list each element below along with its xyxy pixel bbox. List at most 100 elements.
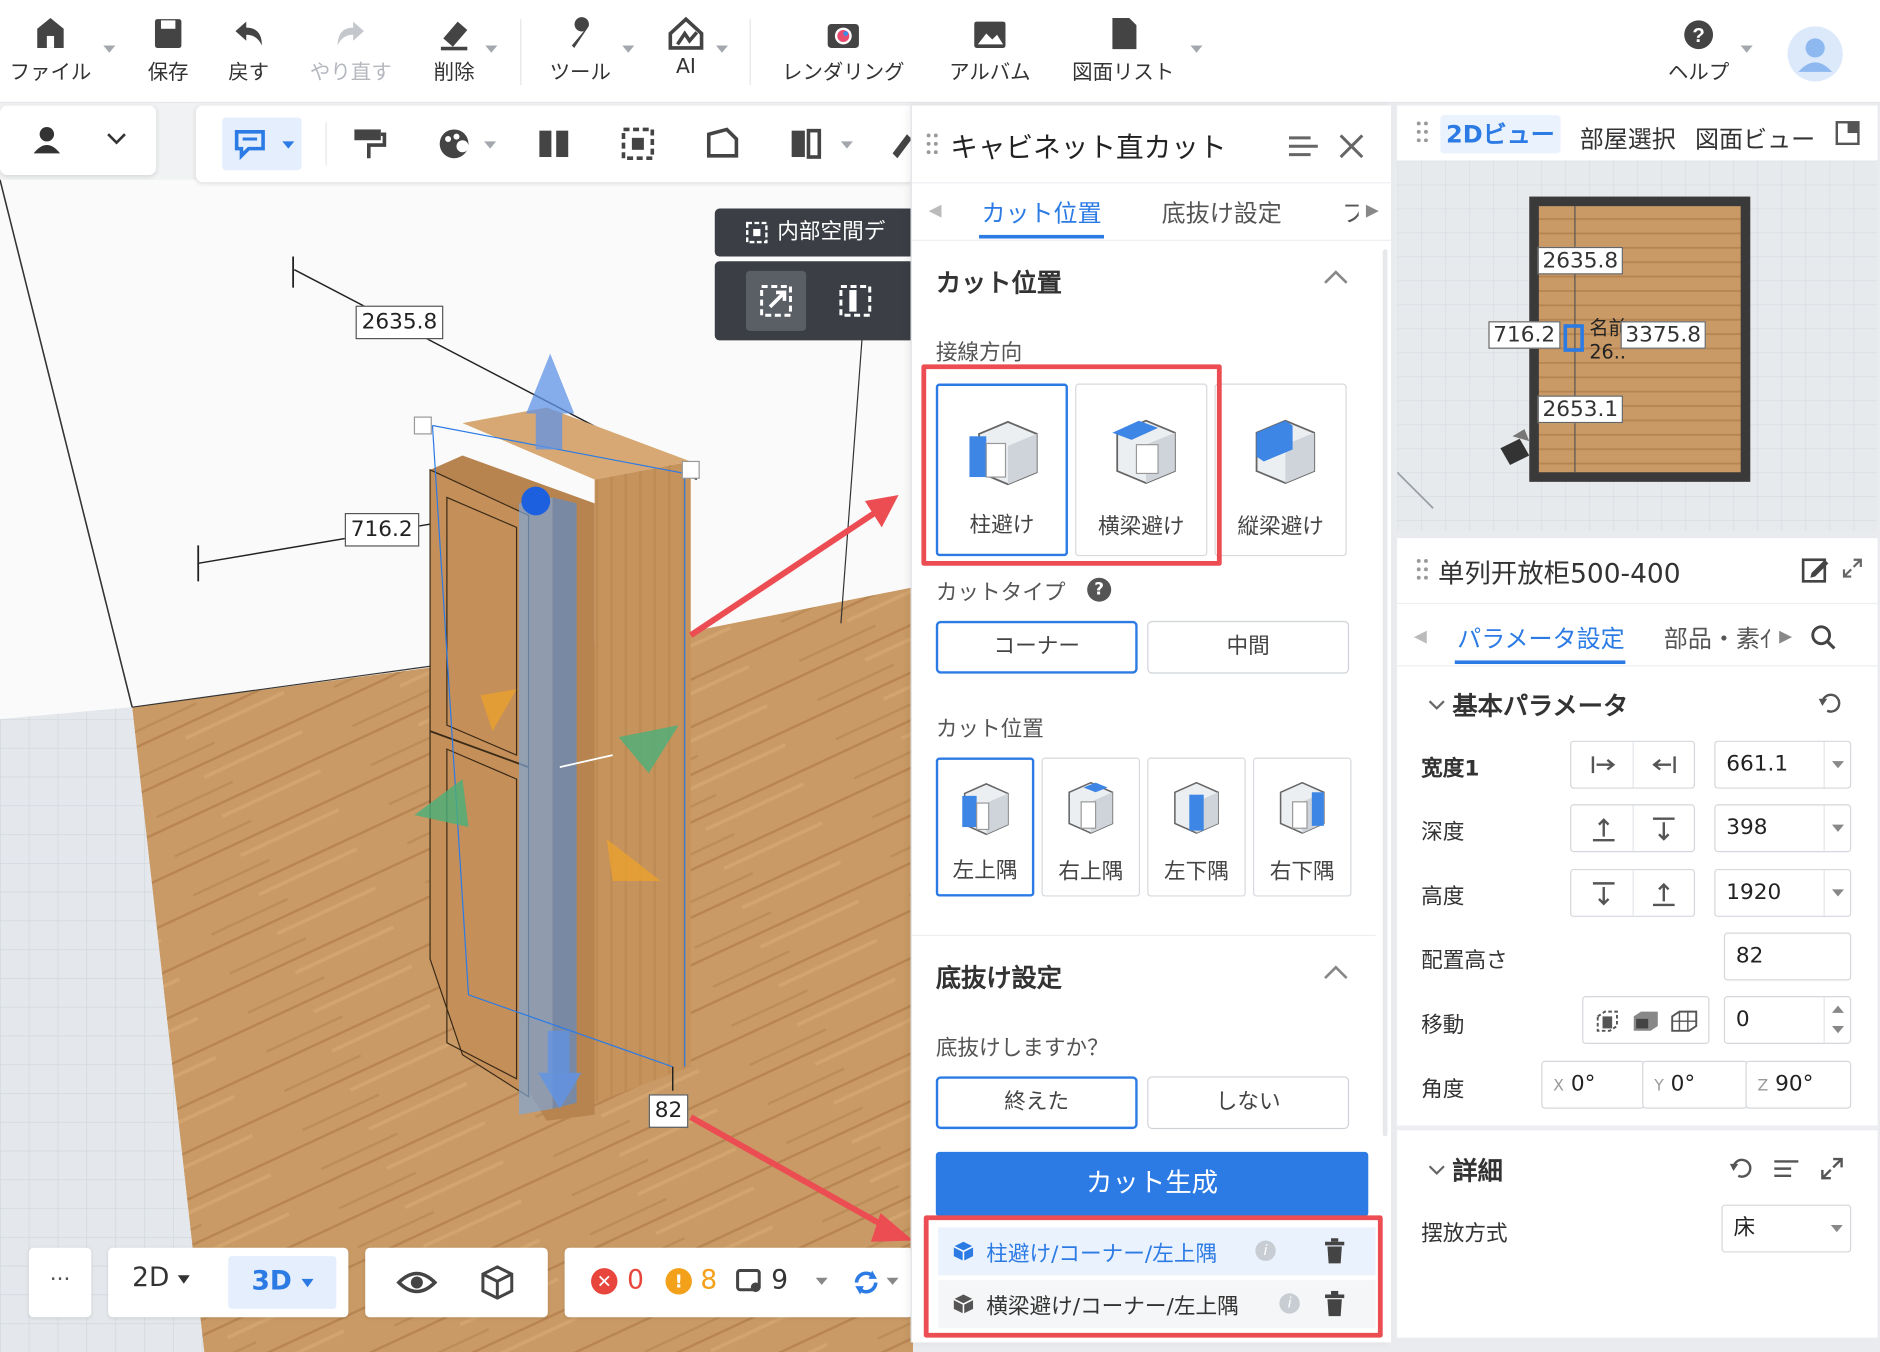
- ai-caret-icon[interactable]: [715, 45, 728, 53]
- anchor-back-icon[interactable]: [1651, 816, 1677, 842]
- dimension-left[interactable]: 716.2: [344, 513, 419, 547]
- drag-handle-icon[interactable]: [1416, 120, 1428, 149]
- stepper-down-icon[interactable]: [1831, 1026, 1844, 1034]
- reset-icon[interactable]: [1729, 1157, 1755, 1181]
- anchor-left-icon[interactable]: [1591, 754, 1617, 776]
- tab-room-select[interactable]: 部屋選択: [1580, 120, 1676, 155]
- view-2d-button[interactable]: 2D: [132, 1263, 190, 1293]
- tab-scroll-right-icon[interactable]: ▶: [1366, 201, 1379, 220]
- anchor-front-icon[interactable]: [1591, 816, 1617, 842]
- chevron-up-icon[interactable]: [1323, 964, 1349, 981]
- dropdown-icon[interactable]: [1823, 805, 1850, 852]
- drawing-caret-icon[interactable]: [1190, 45, 1203, 53]
- close-icon[interactable]: [1337, 132, 1366, 161]
- minimap-canvas[interactable]: 2635.8 716.2 名前 26.. 3375.8 2653.1: [1397, 160, 1878, 531]
- warning-count[interactable]: 8: [700, 1266, 717, 1296]
- tab-parameter-settings[interactable]: パラメータ設定: [1457, 620, 1624, 655]
- chevron-down-icon[interactable]: [1428, 1164, 1445, 1176]
- drag-handle-icon[interactable]: [926, 132, 938, 161]
- anchor-right-icon[interactable]: [1651, 754, 1677, 776]
- cube-view-icon[interactable]: [478, 1262, 516, 1300]
- anchor-bottom-icon[interactable]: [1651, 881, 1677, 907]
- depth-field[interactable]: 398: [1714, 804, 1852, 853]
- option-bottom-right-corner[interactable]: 右下隅: [1252, 757, 1352, 897]
- bottom-done-button[interactable]: 終えた: [935, 1076, 1138, 1130]
- move-snap-icon[interactable]: [1631, 1009, 1660, 1033]
- stepper-up-icon[interactable]: [1831, 1005, 1844, 1013]
- height-field[interactable]: 1920: [1714, 868, 1852, 917]
- angle-y-field[interactable]: Y 0°: [1642, 1060, 1748, 1109]
- pencil-icon[interactable]: [888, 125, 913, 163]
- tab-parts-materials[interactable]: 部品・素ｲ: [1664, 620, 1772, 655]
- stepper[interactable]: [1823, 997, 1850, 1043]
- file-caret-icon[interactable]: [103, 45, 116, 53]
- tab-more[interactable]: フ: [1342, 194, 1359, 229]
- expand-icon[interactable]: [1820, 1157, 1844, 1181]
- width-field[interactable]: 661.1: [1714, 740, 1852, 789]
- option-bottom-left-corner[interactable]: 左下隅: [1147, 757, 1246, 897]
- material-palette-icon[interactable]: [436, 125, 474, 163]
- help-button[interactable]: ? ヘルプ: [1663, 12, 1735, 85]
- cut-type-corner-button[interactable]: コーナー: [935, 620, 1138, 674]
- map-dim-left[interactable]: 716.2: [1488, 321, 1560, 349]
- dropdown-icon[interactable]: [1823, 741, 1850, 788]
- option-vertical-beam-avoid[interactable]: 縦梁避け: [1214, 383, 1347, 557]
- drag-handle-icon[interactable]: [1416, 557, 1428, 586]
- tab-scroll-left-icon[interactable]: ◀: [1414, 627, 1427, 646]
- cut-type-middle-button[interactable]: 中間: [1147, 620, 1350, 674]
- more-menu-button[interactable]: ···: [28, 1247, 92, 1318]
- placement-method-select[interactable]: 床: [1721, 1204, 1852, 1253]
- scale-tool-button[interactable]: [746, 270, 807, 331]
- caret-down-icon[interactable]: [282, 141, 295, 149]
- chevron-down-icon[interactable]: [1428, 699, 1445, 711]
- dimension-top[interactable]: 2635.8: [355, 305, 444, 340]
- select-frame-icon[interactable]: [619, 125, 657, 163]
- option-top-left-corner[interactable]: 左上隅: [935, 757, 1035, 897]
- role-selector[interactable]: [0, 105, 157, 175]
- caret-down-icon[interactable]: [815, 1277, 828, 1285]
- tab-bottom-setting[interactable]: 底抜け設定: [1162, 194, 1282, 229]
- option-top-right-corner[interactable]: 右上隅: [1041, 757, 1141, 897]
- edit-panel-icon[interactable]: [703, 125, 741, 163]
- tools-button[interactable]: ツール: [547, 12, 614, 85]
- expand-icon[interactable]: [1842, 557, 1864, 579]
- bottom-none-button[interactable]: しない: [1147, 1076, 1350, 1130]
- map-dim-bottom[interactable]: 2653.1: [1537, 395, 1623, 424]
- mirror-tool-icon[interactable]: [837, 283, 873, 319]
- move-field[interactable]: 0: [1723, 996, 1852, 1044]
- view-3d-button[interactable]: 3D: [228, 1256, 337, 1309]
- caret-down-icon[interactable]: [840, 141, 853, 149]
- paint-roller-icon[interactable]: [350, 125, 388, 163]
- drawing-list-button[interactable]: 図面リスト: [1068, 12, 1179, 85]
- chevron-up-icon[interactable]: [1323, 268, 1349, 285]
- collapse-panel-icon[interactable]: [1287, 132, 1321, 161]
- redo-button[interactable]: やり直す: [306, 12, 395, 85]
- avatar[interactable]: [1787, 26, 1843, 82]
- warning-icon[interactable]: !: [665, 1268, 692, 1295]
- edit-icon[interactable]: [1801, 555, 1830, 584]
- caret-down-icon[interactable]: [886, 1277, 899, 1285]
- angle-x-field[interactable]: X 0°: [1541, 1060, 1645, 1109]
- generate-cut-button[interactable]: カット生成: [935, 1151, 1369, 1217]
- expand-panel-icon[interactable]: [1834, 120, 1860, 146]
- undo-button[interactable]: 戻す: [222, 12, 275, 85]
- search-icon[interactable]: [1810, 624, 1836, 650]
- help-icon[interactable]: ?: [1087, 577, 1112, 602]
- caret-down-icon[interactable]: [484, 141, 497, 149]
- ai-button[interactable]: AI: [664, 12, 707, 79]
- tab-scroll-right-icon[interactable]: ▶: [1779, 627, 1792, 646]
- file-menu-button[interactable]: ファイル: [6, 12, 95, 85]
- tab-2d-view[interactable]: 2Dビュー: [1440, 115, 1561, 154]
- interior-space-button[interactable]: 内部空間デ: [714, 208, 913, 257]
- album-button[interactable]: アルバム: [945, 12, 1034, 85]
- angle-z-field[interactable]: Z 90°: [1745, 1060, 1852, 1109]
- dropdown-icon[interactable]: [1823, 870, 1850, 916]
- list-settings-icon[interactable]: [1772, 1157, 1801, 1181]
- placement-height-field[interactable]: 82: [1723, 932, 1852, 981]
- move-free-icon[interactable]: [1593, 1009, 1622, 1033]
- map-dim-right[interactable]: 3375.8: [1620, 321, 1706, 349]
- scrollbar[interactable]: [1382, 249, 1388, 1137]
- tools-caret-icon[interactable]: [622, 45, 635, 53]
- reset-icon[interactable]: [1818, 692, 1844, 716]
- dropdown-icon[interactable]: [1824, 1206, 1850, 1252]
